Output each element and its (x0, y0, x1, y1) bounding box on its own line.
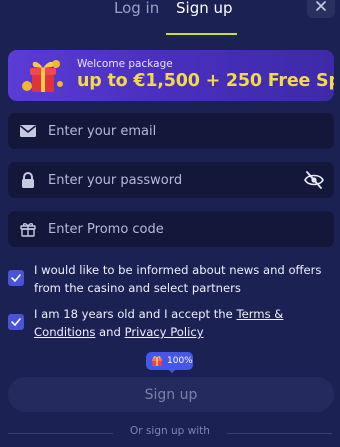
age-terms-label: I am 18 years old and I accept the Terms… (34, 305, 324, 341)
news-consent-checkbox[interactable] (8, 270, 24, 286)
promo-field-wrapper (8, 211, 334, 247)
password-field-wrapper (8, 162, 334, 198)
promo-code-field[interactable] (48, 211, 298, 247)
or-sign-up-with: Or sign up with (130, 425, 210, 437)
age-terms-checkbox[interactable] (8, 314, 24, 330)
or-line-right (227, 433, 332, 434)
bonus-badge: 100% (146, 352, 193, 370)
auth-tabs: Log in Sign up (0, 0, 340, 35)
password-field[interactable] (48, 162, 298, 198)
check-icon (11, 274, 21, 282)
eye-off-icon[interactable] (304, 171, 324, 189)
banner-caption: Welcome package (77, 58, 173, 70)
check-icon (11, 318, 21, 326)
tab-signup[interactable]: Sign up (176, 0, 233, 16)
age-terms-row: I am 18 years old and I accept the Terms… (8, 305, 328, 341)
badge-value: 100% (167, 356, 193, 366)
age-terms-prefix: I am 18 years old and I accept the (34, 307, 237, 321)
gift-icon (152, 356, 162, 366)
lock-icon (22, 172, 34, 188)
tab-login[interactable]: Log in (114, 0, 159, 16)
close-icon (316, 1, 326, 11)
or-divider: Or sign up with (0, 425, 340, 441)
gift-box-icon (20, 223, 36, 237)
email-icon (20, 125, 36, 137)
banner-offer: up to €1,500 + 250 Free Spins (77, 71, 334, 91)
email-field[interactable] (48, 113, 298, 149)
badge-pointer (168, 369, 176, 373)
sign-up-button[interactable]: Sign up (8, 377, 334, 412)
welcome-banner: Welcome package up to €1,500 + 250 Free … (8, 50, 334, 101)
news-consent-label: I would like to be informed about news a… (34, 263, 322, 295)
age-terms-and: and (95, 325, 125, 339)
email-field-wrapper (8, 113, 334, 149)
close-button[interactable] (307, 0, 335, 18)
news-consent-row: I would like to be informed about news a… (8, 261, 328, 297)
gift-icon (22, 60, 63, 92)
active-tab-indicator (166, 33, 237, 35)
privacy-policy-link[interactable]: Privacy Policy (125, 325, 204, 339)
